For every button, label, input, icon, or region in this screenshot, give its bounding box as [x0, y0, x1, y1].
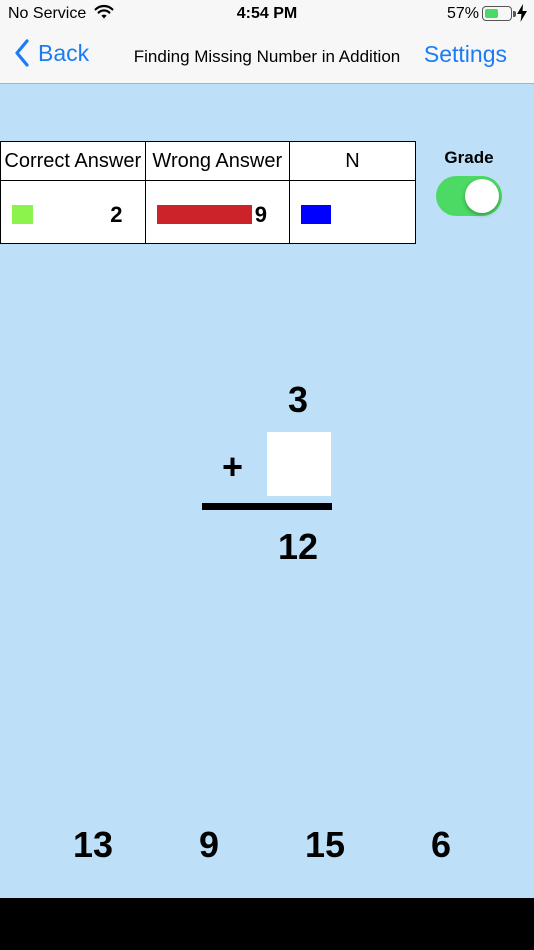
sum-line: [202, 503, 332, 510]
choice-button[interactable]: 6: [401, 824, 481, 866]
main-content: Correct Answer Wrong Answer N 2 9 Grade …: [0, 84, 534, 898]
answer-choices: 13 9 15 6: [0, 824, 534, 874]
charging-bolt-icon: [517, 4, 527, 27]
choice-button[interactable]: 13: [53, 824, 133, 866]
settings-button[interactable]: Settings: [424, 41, 507, 68]
sum-value: 12: [277, 526, 319, 567]
missing-number-box[interactable]: [267, 432, 331, 496]
plus-operator: +: [222, 446, 244, 487]
navigation-bar: Back Finding Missing Number in Addition …: [0, 28, 534, 84]
choice-button[interactable]: 9: [169, 824, 249, 866]
battery-percentage: 57%: [447, 5, 480, 22]
top-addend: 3: [287, 379, 309, 420]
battery-icon: [482, 6, 516, 21]
addition-problem: 3 + 12: [0, 84, 534, 898]
status-bar: No Service 4:54 PM 57%: [0, 0, 534, 28]
choice-button[interactable]: 15: [285, 824, 365, 866]
bottom-bar: [0, 898, 534, 950]
